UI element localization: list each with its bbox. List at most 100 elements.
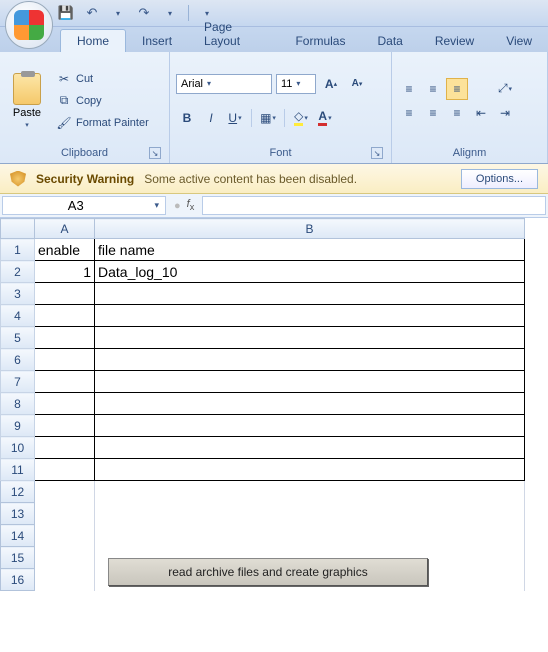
cell[interactable]: enable <box>35 239 95 261</box>
group-alignment: ≡ ≡ ≡ ⤢ ≡ ≡ ≡ ⇤ ⇥ Alignm <box>392 52 548 163</box>
cell[interactable] <box>95 283 525 305</box>
cell[interactable] <box>35 349 95 371</box>
save-icon[interactable]: 💾 <box>56 3 76 23</box>
cell[interactable]: Data_log_10 <box>95 261 525 283</box>
decrease-indent-button[interactable]: ⇤ <box>470 102 492 124</box>
row-header[interactable]: 5 <box>1 327 35 349</box>
tab-view[interactable]: View <box>490 30 548 52</box>
fx-icon[interactable]: fx <box>187 198 195 212</box>
tab-page-layout[interactable]: Page Layout <box>188 16 279 52</box>
redo-dropdown-icon[interactable]: ▾ <box>160 3 180 23</box>
read-archive-button[interactable]: read archive files and create graphics <box>108 558 428 586</box>
shrink-font-button[interactable]: A▾ <box>346 73 368 95</box>
font-name-combo[interactable]: Arial ▾ <box>176 74 272 94</box>
row-header[interactable]: 2 <box>1 261 35 283</box>
row-header[interactable]: 9 <box>1 415 35 437</box>
undo-dropdown-icon[interactable]: ▾ <box>108 3 128 23</box>
paste-dropdown-icon[interactable]: ▾ <box>25 121 29 129</box>
align-top-button[interactable]: ≡ <box>398 78 420 100</box>
align-center-button[interactable]: ≡ <box>422 102 444 124</box>
undo-icon[interactable]: ↶ <box>82 3 102 23</box>
cell[interactable] <box>35 569 95 591</box>
security-options-button[interactable]: Options... <box>461 169 538 189</box>
select-all-corner[interactable] <box>1 219 35 239</box>
borders-button[interactable]: ▦ <box>257 107 279 129</box>
cell[interactable] <box>35 437 95 459</box>
paste-button[interactable]: Paste ▾ <box>6 56 48 145</box>
row-header[interactable]: 4 <box>1 305 35 327</box>
grid[interactable]: A B 1enablefile name21Data_log_103456789… <box>0 218 525 591</box>
cut-button[interactable]: ✂ Cut <box>52 69 153 89</box>
row-header[interactable]: 11 <box>1 459 35 481</box>
font-dialog-launcher[interactable]: ↘ <box>371 147 383 159</box>
cut-label: Cut <box>76 73 93 85</box>
clipboard-dialog-launcher[interactable]: ↘ <box>149 147 161 159</box>
font-color-button[interactable]: A <box>314 107 336 129</box>
row-header[interactable]: 6 <box>1 349 35 371</box>
cell[interactable] <box>35 371 95 393</box>
font-size-combo[interactable]: 11 ▾ <box>276 74 316 94</box>
cell[interactable] <box>95 437 525 459</box>
row-header[interactable]: 3 <box>1 283 35 305</box>
cell[interactable] <box>95 371 525 393</box>
align-right-button[interactable]: ≡ <box>446 102 468 124</box>
row-header[interactable]: 7 <box>1 371 35 393</box>
format-painter-button[interactable]: 🖌 Format Painter <box>52 113 153 133</box>
office-button[interactable] <box>5 1 53 49</box>
cell[interactable] <box>95 525 525 547</box>
cell[interactable] <box>35 525 95 547</box>
font-size-value: 11 <box>281 78 292 90</box>
cell[interactable] <box>95 327 525 349</box>
fill-color-button[interactable]: ◇ <box>290 107 312 129</box>
increase-indent-button[interactable]: ⇥ <box>494 102 516 124</box>
redo-icon[interactable]: ↷ <box>134 3 154 23</box>
row-header[interactable]: 12 <box>1 481 35 503</box>
align-bottom-button[interactable]: ≡ <box>446 78 468 100</box>
cell[interactable] <box>35 547 95 569</box>
tab-data[interactable]: Data <box>361 30 418 52</box>
row-header[interactable]: 10 <box>1 437 35 459</box>
cell[interactable]: file name <box>95 239 525 261</box>
column-header-a[interactable]: A <box>35 219 95 239</box>
cell[interactable] <box>35 327 95 349</box>
align-middle-button[interactable]: ≡ <box>422 78 444 100</box>
row-header[interactable]: 13 <box>1 503 35 525</box>
tab-insert[interactable]: Insert <box>126 30 188 52</box>
cell[interactable] <box>35 503 95 525</box>
italic-button[interactable]: I <box>200 107 222 129</box>
cell[interactable]: 1 <box>35 261 95 283</box>
row-header[interactable]: 1 <box>1 239 35 261</box>
cell[interactable] <box>35 459 95 481</box>
formula-input[interactable] <box>202 196 546 215</box>
bold-button[interactable]: B <box>176 107 198 129</box>
tab-review[interactable]: Review <box>419 30 490 52</box>
underline-button[interactable]: U <box>224 107 246 129</box>
cell[interactable] <box>95 503 525 525</box>
cell[interactable] <box>95 305 525 327</box>
copy-button[interactable]: ⧉ Copy <box>52 91 153 111</box>
grow-font-button[interactable]: A▴ <box>320 73 342 95</box>
row-header[interactable]: 15 <box>1 547 35 569</box>
cell[interactable] <box>95 481 525 503</box>
cell[interactable] <box>95 415 525 437</box>
cell[interactable] <box>35 393 95 415</box>
row-header[interactable]: 16 <box>1 569 35 591</box>
tab-home[interactable]: Home <box>60 29 126 52</box>
cancel-formula-icon[interactable]: ● <box>174 200 181 212</box>
worksheet: A B 1enablefile name21Data_log_103456789… <box>0 218 548 591</box>
cell[interactable] <box>95 349 525 371</box>
align-left-button[interactable]: ≡ <box>398 102 420 124</box>
column-header-b[interactable]: B <box>95 219 525 239</box>
formula-bar: A3 ▾ ● fx <box>0 194 548 218</box>
orientation-button[interactable]: ⤢ <box>494 78 516 100</box>
cell[interactable] <box>95 393 525 415</box>
cell[interactable] <box>35 415 95 437</box>
cell[interactable] <box>95 459 525 481</box>
name-box[interactable]: A3 ▾ <box>2 196 166 215</box>
cell[interactable] <box>35 481 95 503</box>
cell[interactable] <box>35 305 95 327</box>
tab-formulas[interactable]: Formulas <box>279 30 361 52</box>
row-header[interactable]: 8 <box>1 393 35 415</box>
cell[interactable] <box>35 283 95 305</box>
row-header[interactable]: 14 <box>1 525 35 547</box>
